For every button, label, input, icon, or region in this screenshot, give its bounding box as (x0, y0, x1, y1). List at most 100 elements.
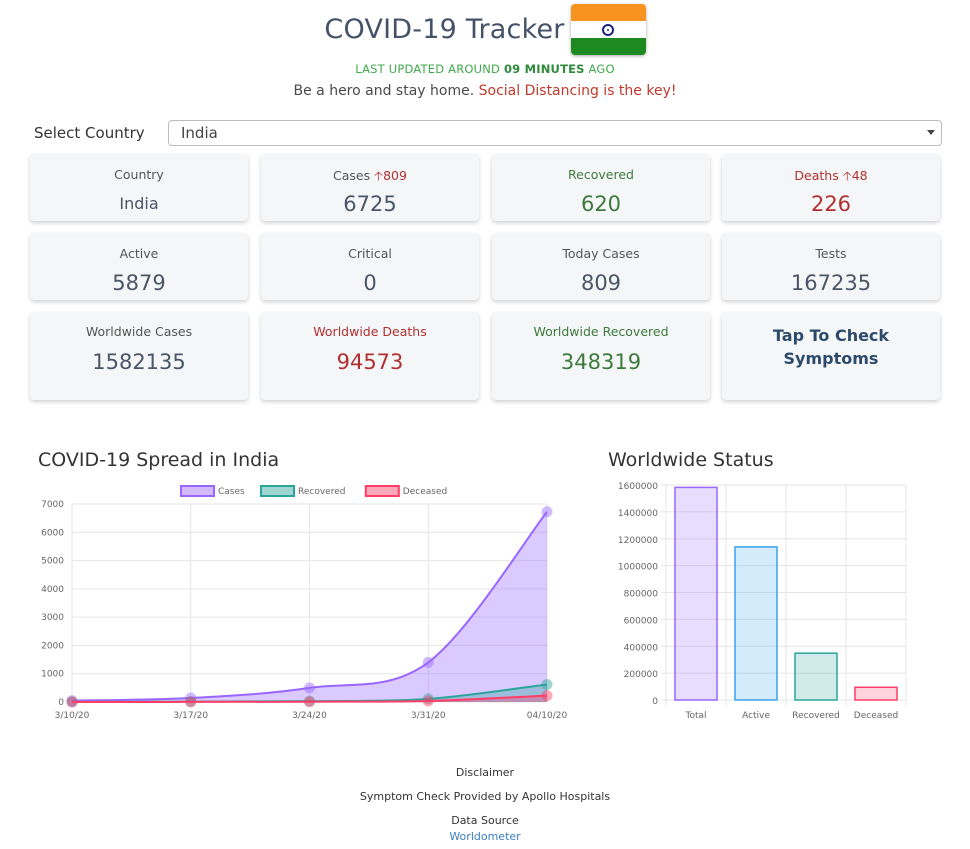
bar-active (734, 546, 778, 701)
arrow-up-icon: 🡡 (374, 168, 384, 183)
title-row: COVID-19 Tracker (0, 4, 970, 55)
card-value: 226 (810, 192, 852, 216)
tagline-emphasis: Social Distancing is the key! (478, 83, 677, 99)
card-label: Tests (815, 246, 847, 261)
legend-swatch-cases (180, 485, 215, 497)
worldometer-link[interactable]: Worldometer (449, 830, 520, 843)
card-value: 94573 (336, 350, 404, 374)
check-symptoms-button[interactable]: Tap To Check Symptoms (722, 312, 940, 400)
card-label: Recovered (568, 167, 634, 182)
card-label: Worldwide Recovered (533, 324, 669, 339)
card-worldwide-recovered: Worldwide Recovered 348319 (492, 312, 710, 400)
card-value: 348319 (560, 350, 642, 374)
legend-label-cases: Cases (218, 487, 245, 497)
updated-suffix: AGO (588, 62, 615, 76)
check-symptoms-label: Tap To Check Symptoms (772, 326, 890, 368)
updated-prefix: LAST UPDATED AROUND (355, 62, 501, 76)
y-tick-label: 3000 (41, 613, 64, 623)
y-tick-label: 1000000 (618, 563, 658, 573)
card-value: India (119, 194, 159, 213)
select-country-label: Select Country (34, 124, 145, 142)
legend-swatch-deceased (364, 485, 400, 497)
card-deaths: Deaths 🡡48 226 (722, 154, 940, 221)
x-tick-label: 3/17/20 (173, 711, 208, 721)
footer-data-source: Worldometer (0, 830, 970, 843)
spread-line-chart: 0 1000 2000 3000 4000 5000 6000 7000 3/10/20 3/17… (41, 485, 568, 721)
spread-chart-title: COVID-19 Spread in India (38, 449, 280, 471)
legend-label-deceased: Deceased (403, 487, 447, 497)
card-label: Critical (348, 246, 392, 261)
y-tick-label: 6000 (41, 528, 64, 538)
data-point-deceased (422, 695, 434, 707)
country-select[interactable]: India (168, 120, 942, 146)
card-value: 620 (580, 192, 622, 216)
card-cases: Cases 🡡809 6725 (261, 154, 479, 221)
card-label: Worldwide Cases (85, 324, 193, 339)
y-tick-label: 600000 (624, 616, 659, 626)
x-tick-label: Deceased (854, 711, 898, 721)
x-tick-label: 04/10/20 (527, 711, 568, 721)
card-value: 0 (363, 271, 377, 295)
arrow-up-icon: 🡡 (842, 168, 852, 183)
caret-down-icon (927, 130, 935, 135)
card-value: 167235 (790, 271, 872, 295)
card-value: 5879 (112, 271, 166, 295)
header: COVID-19 Tracker LAST UPDATED AROUND 09 … (0, 0, 970, 110)
y-tick-label: 1200000 (618, 536, 658, 546)
card-value: 6725 (343, 192, 397, 216)
last-updated: LAST UPDATED AROUND 09 MINUTES AGO (0, 62, 970, 76)
data-point-deceased (541, 690, 553, 702)
footer-symptom-credit: Symptom Check Provided by Apollo Hospita… (359, 790, 611, 803)
country-select-row: Select Country India (34, 120, 942, 146)
cases-label: Cases (333, 168, 371, 183)
cases-increase: 809 (383, 168, 407, 183)
y-tick-label: 0 (652, 697, 658, 707)
data-point-deceased (66, 696, 78, 708)
card-label: Active (119, 246, 159, 261)
x-tick-label: 3/10/20 (55, 711, 90, 721)
data-point-cases (541, 506, 553, 518)
data-point-recovered (541, 678, 553, 690)
y-tick-label: 4000 (41, 585, 64, 595)
data-point-cases (422, 656, 434, 668)
updated-value: 09 MINUTES (503, 62, 585, 76)
card-label: Today Cases (562, 246, 640, 261)
y-tick-label: 0 (58, 698, 64, 708)
card-label: Cases 🡡809 (261, 167, 479, 188)
data-point-deceased (304, 696, 315, 708)
card-value: 1582135 (92, 350, 186, 374)
worldwide-bar-chart: 0 200000 400000 600000 800000 1000000 1200000 1… (618, 482, 907, 721)
bar-total (674, 486, 718, 701)
y-tick-label: 400000 (624, 643, 659, 653)
footer-data-source-label: Data Source (451, 814, 519, 827)
card-today-cases: Today Cases 809 (492, 233, 710, 300)
y-tick-label: 1000 (41, 670, 64, 680)
card-worldwide-cases: Worldwide Cases 1582135 (30, 312, 248, 400)
data-point-cases (304, 682, 315, 694)
x-tick-label: Total (684, 711, 706, 721)
worldwide-chart-title: Worldwide Status (608, 449, 774, 471)
legend-label-recovered: Recovered (298, 487, 345, 497)
tagline: Be a hero and stay home. Social Distanci… (0, 83, 970, 99)
card-value: 809 (580, 271, 622, 295)
card-country: Country India (30, 154, 248, 221)
card-label: Deaths 🡡48 (722, 167, 940, 188)
bar-recovered (794, 652, 838, 701)
card-active: Active 5879 (30, 233, 248, 300)
country-select-value: India (181, 124, 218, 142)
y-tick-label: 1600000 (618, 482, 658, 492)
x-tick-label: Recovered (792, 711, 839, 721)
india-flag-icon (570, 4, 646, 55)
x-tick-label: 3/24/20 (292, 711, 327, 721)
card-critical: Critical 0 (261, 233, 479, 300)
tagline-main: Be a hero and stay home. (293, 83, 475, 99)
bar-deceased (854, 686, 898, 701)
card-worldwide-deaths: Worldwide Deaths 94573 (261, 312, 479, 400)
deaths-label: Deaths (794, 168, 839, 183)
x-tick-label: 3/31/20 (411, 711, 446, 721)
card-recovered: Recovered 620 (492, 154, 710, 221)
y-tick-label: 800000 (624, 590, 659, 600)
y-tick-label: 200000 (624, 670, 659, 680)
footer-disclaimer: Disclaimer (455, 766, 515, 779)
app-title: COVID-19 Tracker (324, 14, 565, 45)
